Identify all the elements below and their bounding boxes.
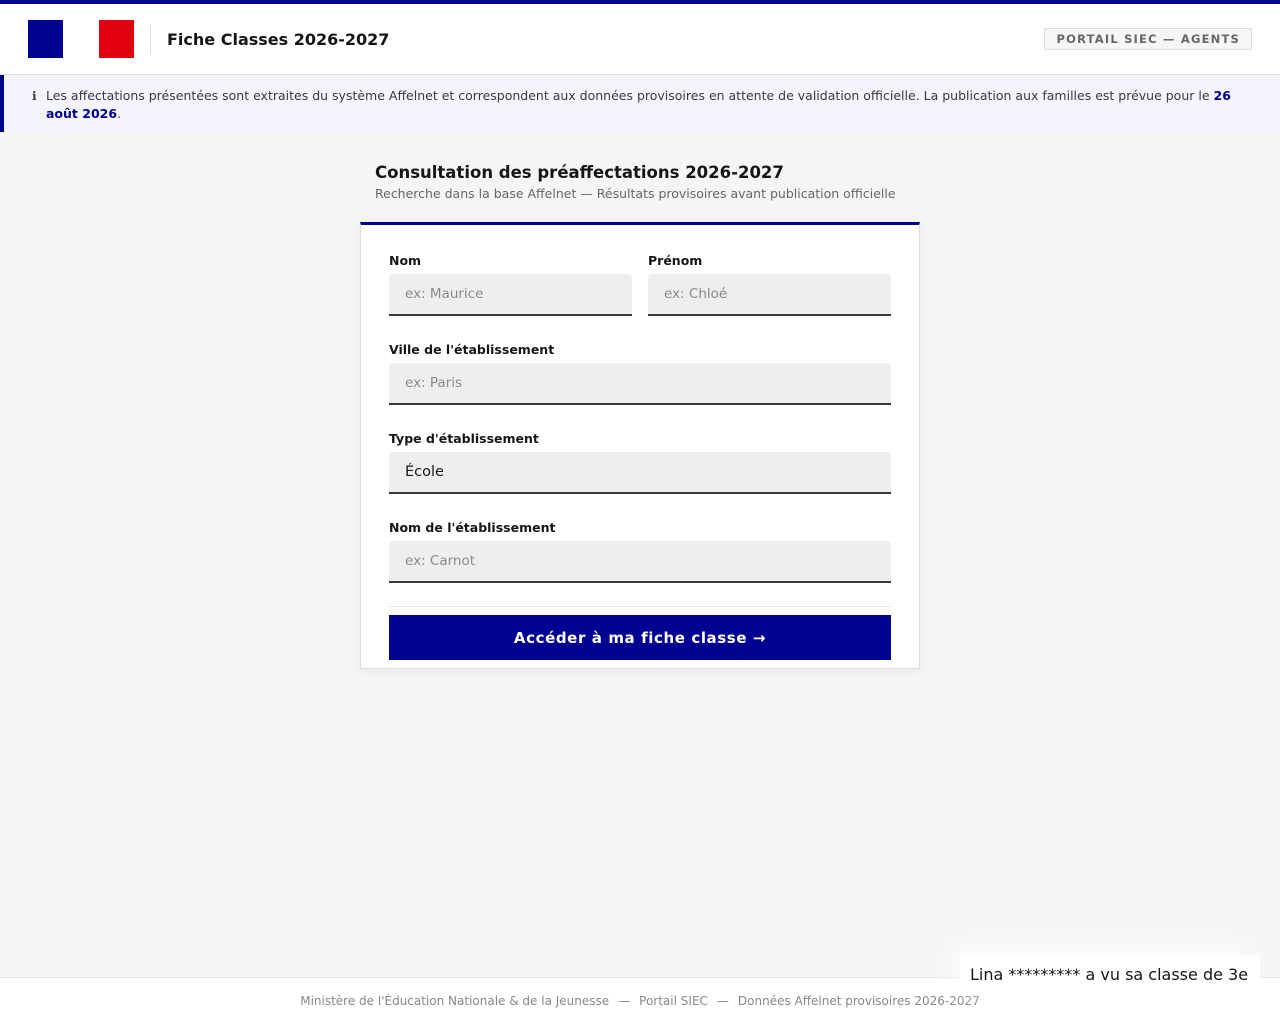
etablissement-label: Nom de l'établissement (389, 520, 556, 535)
flag-red-stripe (99, 20, 134, 58)
nom-input[interactable] (389, 274, 632, 316)
ville-input[interactable] (389, 363, 891, 405)
nom-label: Nom (389, 253, 422, 268)
activity-toast: Lina ********* a vu sa classe de 3e (960, 955, 1261, 993)
footer-data-note: Données Affelnet provisoires 2026-2027 (737, 994, 980, 1008)
submit-button[interactable]: Accéder à ma fiche classe → (389, 615, 891, 660)
type-select[interactable]: École (389, 452, 891, 494)
prenom-field: Prénom (648, 253, 891, 316)
flag-blue-stripe (28, 20, 63, 58)
flag-white-stripe (63, 20, 99, 58)
header-divider (150, 24, 151, 54)
site-title: Fiche Classes 2026-2027 (167, 29, 390, 49)
info-icon: ℹ (32, 89, 37, 103)
page-heading: Consultation des préaffectations 2026-20… (375, 163, 896, 201)
etablissement-field: Nom de l'établissement (389, 520, 891, 583)
name-row: Nom Prénom (389, 253, 891, 342)
type-label: Type d'établissement (389, 431, 539, 446)
nom-field: Nom (389, 253, 632, 316)
prenom-label: Prénom (648, 253, 703, 268)
page-subtitle: Recherche dans la base Affelnet — Résult… (375, 186, 896, 201)
notice-end: . (117, 106, 122, 121)
portal-badge: PORTAIL SIEC — AGENTS (1044, 28, 1252, 50)
footer-ministry: Ministère de l'Éducation Nationale & de … (300, 994, 610, 1008)
page-title: Consultation des préaffectations 2026-20… (375, 163, 784, 182)
french-flag-logo (28, 20, 134, 58)
etablissement-input[interactable] (389, 541, 891, 583)
footer-separator: — (618, 994, 631, 1008)
type-field: Type d'établissement École (389, 431, 891, 494)
type-select-value: École (405, 464, 444, 480)
search-form-card: Nom Prénom Ville de l'établissement Type… (360, 222, 920, 669)
prenom-input[interactable] (648, 274, 891, 316)
notice-body: Les affectations présentées sont extrait… (46, 88, 1214, 103)
ville-field: Ville de l'établissement (389, 342, 891, 405)
notice-text: Les affectations présentées sont extrait… (46, 87, 1256, 132)
form-divider (389, 606, 891, 607)
info-notice: ℹ Les affectations présentées sont extra… (0, 75, 1280, 132)
footer-separator: — (716, 994, 729, 1008)
footer-portal: Portail SIEC (639, 994, 708, 1008)
site-header: Fiche Classes 2026-2027 PORTAIL SIEC — A… (0, 4, 1280, 75)
ville-label: Ville de l'établissement (389, 342, 555, 357)
